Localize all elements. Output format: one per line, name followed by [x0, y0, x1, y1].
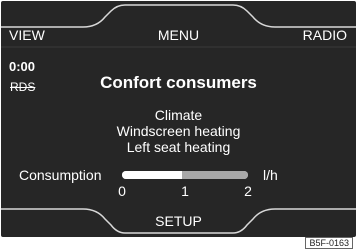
- scale-tick: 1: [181, 183, 189, 199]
- radio-button[interactable]: RADIO: [303, 27, 347, 43]
- consumer-list: Climate Windscreen heating Left seat hea…: [1, 107, 356, 155]
- scale-tick: 0: [118, 183, 126, 199]
- scale-tick: 2: [244, 183, 252, 199]
- consumption-bar-fill: [122, 171, 182, 179]
- top-frame-line: [1, 4, 356, 28]
- setup-button[interactable]: SETUP: [1, 213, 356, 229]
- list-item: Windscreen heating: [116, 123, 241, 139]
- consumption-unit: l/h: [263, 167, 278, 183]
- list-item: Left seat heating: [126, 139, 231, 155]
- list-item: Climate: [154, 107, 203, 123]
- figure-code: B5F-0163: [305, 237, 353, 249]
- display-screen: VIEW MENU RADIO 0:00 RDS Confort consume…: [1, 1, 356, 237]
- consumption-label: Consumption: [19, 167, 102, 183]
- consumption-bar: [122, 171, 248, 179]
- page-title: Confort consumers: [100, 73, 257, 92]
